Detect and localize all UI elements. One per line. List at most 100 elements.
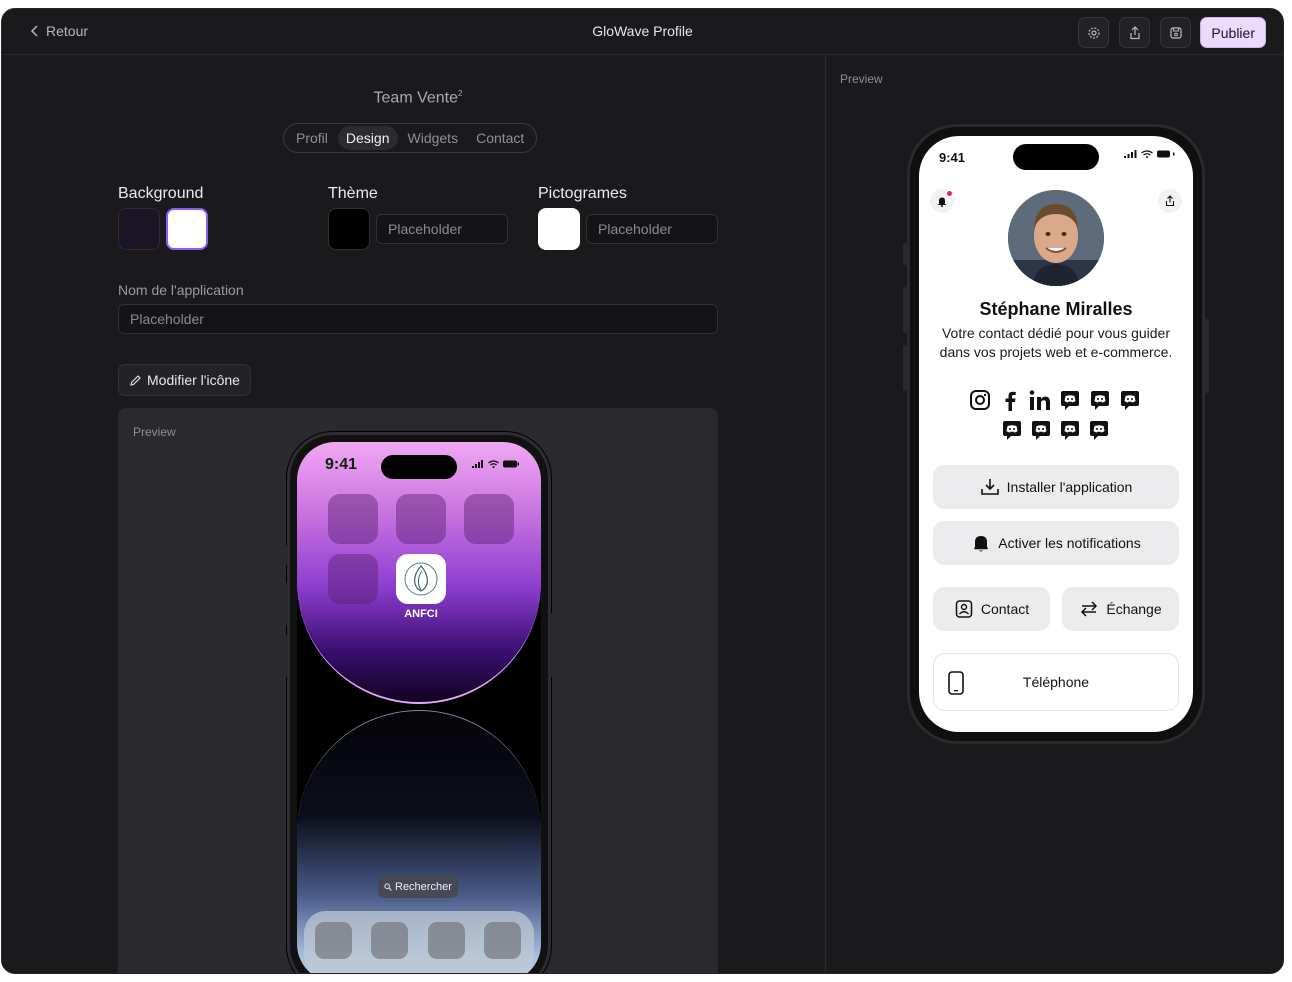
modify-icon-label: Modifier l'icône: [147, 372, 240, 388]
background-label: Background: [118, 185, 204, 202]
tab-contact[interactable]: Contact: [468, 126, 532, 150]
discord-icon[interactable]: [1001, 419, 1023, 441]
battery-icon: [503, 460, 519, 468]
wifi-icon: [1141, 150, 1153, 158]
team-title: Team Vente2: [118, 89, 718, 107]
contact-card-icon: [955, 600, 973, 618]
discord-icon[interactable]: [1089, 389, 1111, 411]
phone-side-button: [903, 243, 907, 265]
facebook-icon[interactable]: [999, 389, 1021, 411]
profile-preview-label: Preview: [840, 72, 883, 86]
profile-name: Stéphane Miralles: [979, 299, 1133, 319]
phone-label: Téléphone: [1022, 674, 1090, 690]
theme-label: Thème: [328, 185, 378, 202]
top-bar: Retour GloWave Profile Publier: [2, 9, 1283, 55]
share-profile-button[interactable]: [1158, 189, 1182, 213]
download-icon: [980, 479, 999, 495]
search-pill[interactable]: Rechercher: [378, 876, 458, 898]
tab-widgets[interactable]: Widgets: [400, 126, 467, 150]
phone-side-button: [903, 287, 907, 333]
pictograms-swatch[interactable]: [538, 208, 580, 250]
app-name-label: Nom de l'application: [118, 282, 244, 298]
discord-icon[interactable]: [1119, 389, 1141, 411]
notification-dot: [946, 190, 953, 197]
swap-arrows-icon: [1081, 601, 1098, 617]
exchange-label: Échange: [1106, 601, 1162, 617]
app-name-label: ANFCI: [404, 608, 438, 620]
status-time: 9:41: [939, 150, 966, 165]
search-icon: [384, 883, 392, 891]
app-placeholder[interactable]: [328, 494, 378, 544]
pictograms-label: Pictogrames: [538, 185, 627, 202]
dynamic-island: [381, 455, 457, 479]
background-swatch-dark[interactable]: [118, 208, 160, 250]
theme-input[interactable]: Placeholder: [376, 214, 508, 244]
tab-design[interactable]: Design: [337, 126, 398, 150]
contact-button[interactable]: Contact: [933, 587, 1050, 631]
install-app-button[interactable]: Installer l'application: [933, 465, 1179, 509]
discord-icon[interactable]: [1059, 419, 1081, 441]
gear-icon: [1087, 26, 1100, 39]
dock: [304, 911, 534, 973]
phone-side-button: [284, 545, 288, 565]
pencil-icon: [130, 374, 141, 386]
contact-label: Contact: [980, 601, 1030, 617]
share-icon: [1129, 25, 1140, 39]
dock-app[interactable]: [315, 922, 352, 959]
linkedin-icon[interactable]: [1029, 389, 1051, 411]
dock-app[interactable]: [371, 922, 408, 959]
section-tabs: Profil Design Widgets Contact: [283, 123, 538, 153]
exchange-button[interactable]: Échange: [1062, 587, 1179, 631]
person-avatar-image: [1008, 190, 1104, 286]
share-button[interactable]: [1119, 17, 1150, 48]
avatar: [1008, 190, 1104, 286]
app-placeholder[interactable]: [464, 494, 514, 544]
preview-label: Preview: [133, 425, 176, 439]
leaf-logo-icon: [404, 562, 438, 596]
app-placeholder[interactable]: [328, 554, 378, 604]
status-time: 9:41: [325, 456, 358, 473]
phone-button[interactable]: Téléphone: [933, 653, 1179, 711]
app-window: Retour GloWave Profile Publier Team Vent…: [1, 8, 1284, 974]
phone-side-button: [284, 635, 288, 677]
background-swatch-white[interactable]: [166, 208, 208, 250]
tab-profil[interactable]: Profil: [288, 126, 336, 150]
app-name-input[interactable]: Placeholder: [118, 304, 718, 334]
theme-swatch[interactable]: [328, 208, 370, 250]
team-superscript: 2: [458, 89, 463, 98]
status-icons: [472, 460, 519, 468]
profile-phone: 9:41 Stéphane Miralles Votre contact déd…: [903, 124, 1209, 744]
bell-icon: [974, 536, 989, 552]
enable-notifications-button[interactable]: Activer les notifications: [933, 521, 1179, 565]
profile-screen: 9:41 Stéphane Miralles Votre contact déd…: [919, 136, 1193, 732]
battery-icon: [1157, 150, 1175, 158]
anfci-app-icon[interactable]: [396, 554, 446, 604]
bell-icon: [938, 197, 946, 207]
dock-app[interactable]: [428, 922, 465, 959]
settings-button[interactable]: [1078, 17, 1109, 48]
save-icon: [1169, 26, 1182, 39]
team-name: Team Vente: [373, 89, 459, 107]
instagram-icon[interactable]: [969, 389, 991, 411]
wifi-icon: [488, 460, 499, 468]
panel-divider: [825, 55, 826, 973]
save-button[interactable]: [1160, 17, 1191, 48]
discord-icon[interactable]: [1030, 419, 1052, 441]
modify-icon-button[interactable]: Modifier l'icône: [118, 364, 251, 396]
phone-side-button: [1205, 319, 1209, 393]
signal-icon: [1124, 150, 1137, 158]
notification-button[interactable]: [930, 189, 954, 213]
dock-app[interactable]: [484, 922, 521, 959]
share-icon: [1165, 195, 1175, 207]
pictograms-input[interactable]: Placeholder: [586, 214, 718, 244]
app-placeholder[interactable]: [396, 494, 446, 544]
discord-icon[interactable]: [1088, 419, 1110, 441]
dynamic-island: [1013, 144, 1099, 170]
signal-icon: [472, 460, 483, 468]
search-label: Rechercher: [395, 881, 452, 893]
phone-side-button: [550, 613, 554, 677]
publish-button[interactable]: Publier: [1200, 17, 1266, 48]
enable-notifications-label: Activer les notifications: [998, 535, 1141, 551]
status-icons: [1124, 150, 1175, 158]
discord-icon[interactable]: [1059, 389, 1081, 411]
